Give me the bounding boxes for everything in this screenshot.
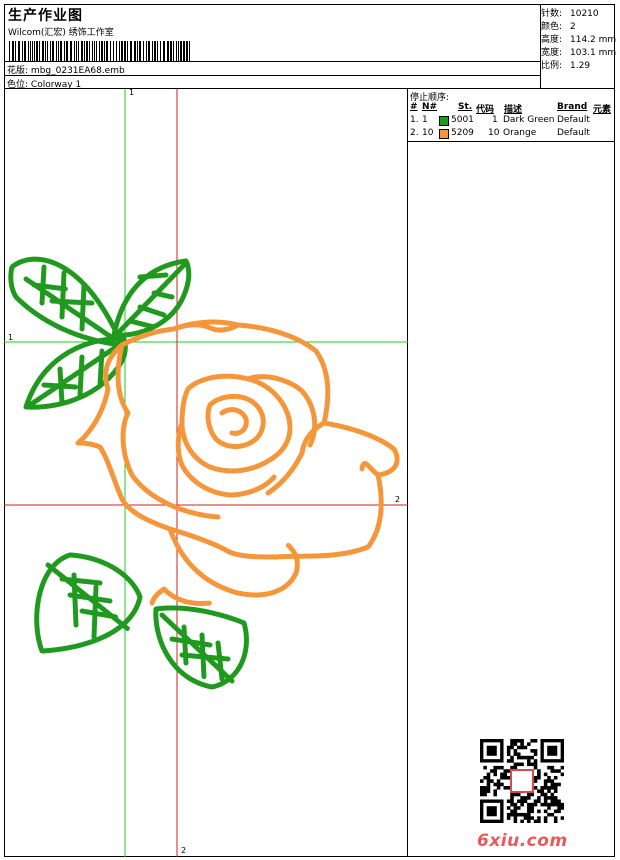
seal-stamp [510, 769, 534, 793]
table-bottom-rule [408, 141, 615, 142]
guide-label-horizontal-red: 2 [395, 495, 401, 504]
col-stitches: St. [458, 102, 473, 112]
rose-group [75, 319, 400, 606]
header-left: 生产作业图 Wilcom(汇宏) 绣饰工作室 花版: mbg_0231EA68.… [4, 4, 541, 90]
col-needle: N# [422, 102, 438, 112]
rose-left-petal [115, 342, 221, 520]
stat-scale: 比例: 1.29 [541, 61, 591, 71]
col-element: 元素 [593, 105, 612, 115]
embroidery-preview [4, 89, 408, 857]
watermark: 6xiu.com [477, 831, 568, 851]
studio-name: Wilcom(汇宏) 绣饰工作室 [8, 28, 114, 38]
divider [4, 61, 540, 62]
rose-center-bud [205, 394, 266, 449]
stat-stitches: 针数: 10210 [541, 9, 599, 19]
table-row: 2. 10 5209 10 Orange Default [410, 128, 590, 139]
col-description: 描述 [504, 105, 523, 115]
stats-panel: 针数: 10210 颜色: 2 高度: 114.2 mm 宽度: 103.1 mm 比例… [541, 4, 617, 89]
color-swatch [439, 116, 449, 126]
divider [4, 75, 540, 76]
rose-inner-cup [179, 373, 293, 474]
page-title: 生产作业图 [8, 8, 83, 24]
col-code: 代码 [476, 105, 495, 115]
guide-label-vertical-green: 1 [129, 88, 135, 97]
barcode [9, 41, 190, 61]
col-brand: Brand [557, 102, 588, 112]
leaf-bottom-left-veins [45, 562, 131, 640]
col-num: # [410, 102, 418, 112]
design-canvas: 1 1 2 2 [4, 88, 408, 857]
stop-sequence-panel: 停止顺序: # N# St. 代码 描述 Brand 元素 1. 1 5001 … [408, 89, 615, 857]
rose-center-spiral [219, 407, 249, 436]
guide-label-vertical-red: 2 [181, 846, 187, 855]
stat-colors: 颜色: 2 [541, 22, 576, 32]
color-swatch [439, 129, 449, 139]
rose-bottom-petal [149, 526, 300, 606]
table-row: 1. 1 5001 1 Dark Green Default [410, 115, 590, 126]
stat-width: 宽度: 103.1 mm [541, 48, 617, 58]
leaf-bottom-right-veins [159, 612, 235, 684]
stat-height: 高度: 114.2 mm [541, 35, 617, 45]
guide-label-horizontal-green: 1 [8, 333, 14, 342]
